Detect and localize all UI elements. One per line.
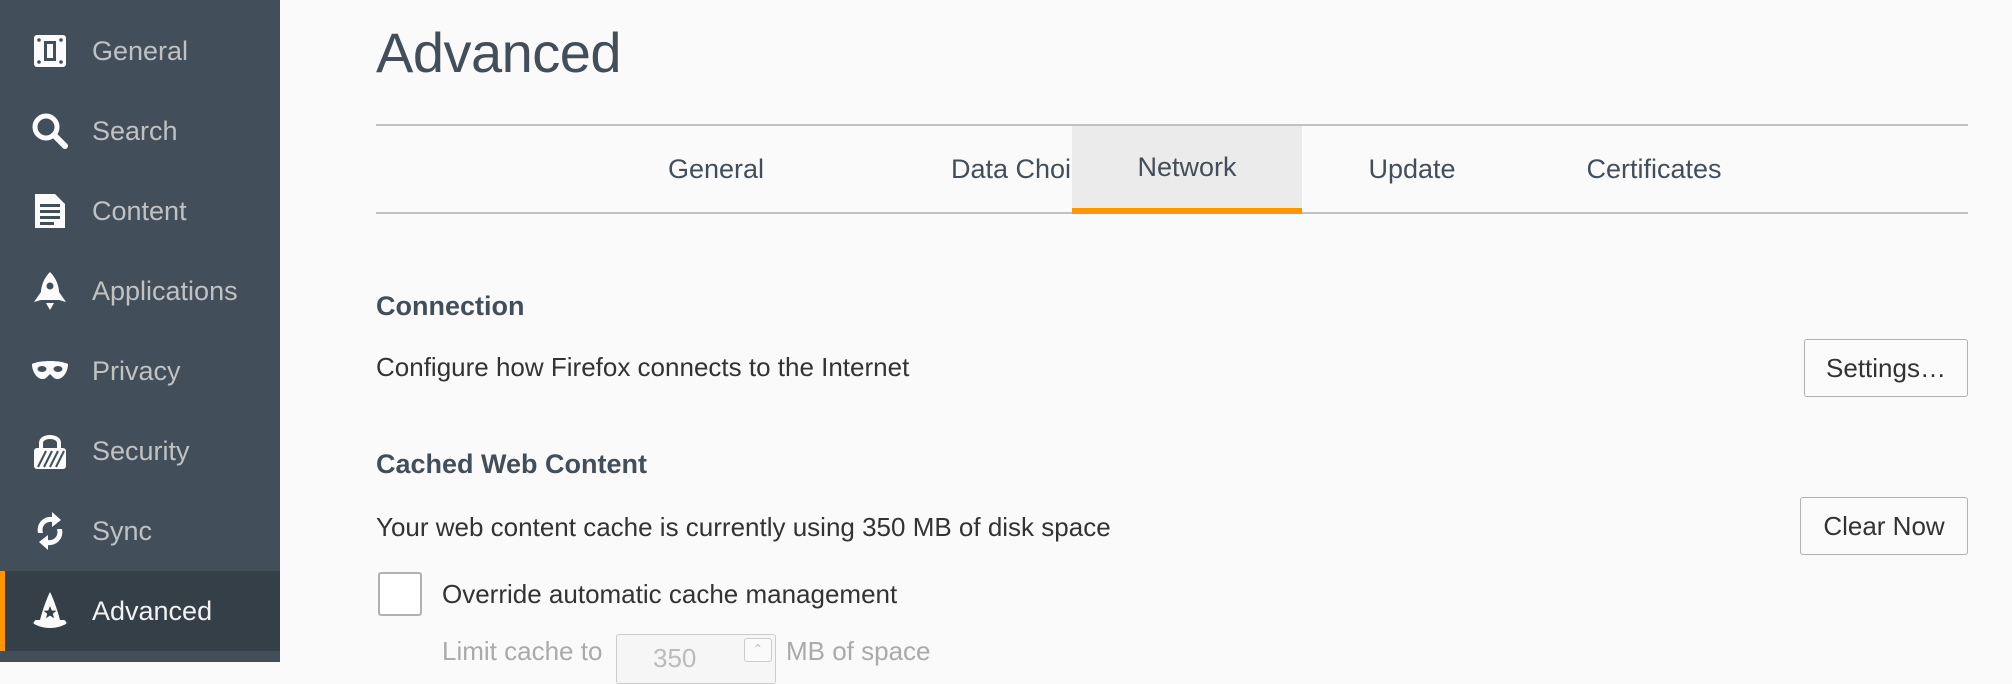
lock-icon: [30, 431, 70, 471]
main-content: Advanced General Data Choices Network Up…: [376, 0, 1968, 684]
sidebar-item-general[interactable]: General: [0, 11, 280, 91]
sidebar-item-sync[interactable]: Sync: [0, 491, 280, 571]
tab-network[interactable]: Network: [1072, 126, 1302, 214]
sidebar-item-label: Applications: [92, 275, 238, 306]
sidebar-item-label: General: [92, 35, 189, 66]
tab-certificates[interactable]: Certificates: [1522, 126, 1786, 212]
sidebar-item-label: Sync: [92, 515, 153, 546]
sidebar-item-label: Content: [92, 195, 187, 226]
sidebar-item-label: Security: [92, 435, 190, 466]
sidebar-item-search[interactable]: Search: [0, 91, 280, 171]
tab-general[interactable]: General: [596, 126, 836, 212]
wizard-hat-icon: [30, 591, 70, 631]
applications-icon: [30, 271, 70, 311]
sidebar: General Search Content Applications Priv…: [0, 0, 280, 662]
general-icon: [30, 31, 70, 71]
override-cache-label: Override automatic cache management: [442, 579, 898, 609]
privacy-icon: [30, 351, 70, 391]
cache-size-stepper[interactable]: ⌃: [744, 638, 772, 662]
sync-icon: [30, 511, 70, 551]
sidebar-item-label: Advanced: [92, 595, 213, 626]
connection-settings-button[interactable]: Settings…: [1804, 339, 1968, 397]
override-cache-checkbox[interactable]: [378, 572, 422, 616]
clear-cache-button[interactable]: Clear Now: [1800, 497, 1968, 555]
tab-update[interactable]: Update: [1302, 126, 1522, 212]
search-icon: [30, 111, 70, 151]
sidebar-item-label: Search: [92, 115, 178, 146]
sidebar-item-label: Privacy: [92, 355, 181, 386]
tab-bar: General Data Choices Network Update Cert…: [376, 124, 1968, 214]
sidebar-item-applications[interactable]: Applications: [0, 251, 280, 331]
cache-usage-description: Your web content cache is currently usin…: [376, 512, 1111, 542]
connection-description: Configure how Firefox connects to the In…: [376, 352, 910, 382]
sidebar-item-content[interactable]: Content: [0, 171, 280, 251]
cache-size-unit-label: MB of space: [786, 636, 931, 666]
cached-web-content-heading: Cached Web Content: [376, 449, 648, 479]
connection-heading: Connection: [376, 291, 525, 321]
page-title: Advanced: [376, 21, 622, 84]
sidebar-item-advanced[interactable]: Advanced: [0, 571, 280, 651]
sidebar-item-security[interactable]: Security: [0, 411, 280, 491]
content-icon: [30, 191, 70, 231]
sidebar-item-privacy[interactable]: Privacy: [0, 331, 280, 411]
limit-cache-label: Limit cache to: [442, 636, 603, 666]
